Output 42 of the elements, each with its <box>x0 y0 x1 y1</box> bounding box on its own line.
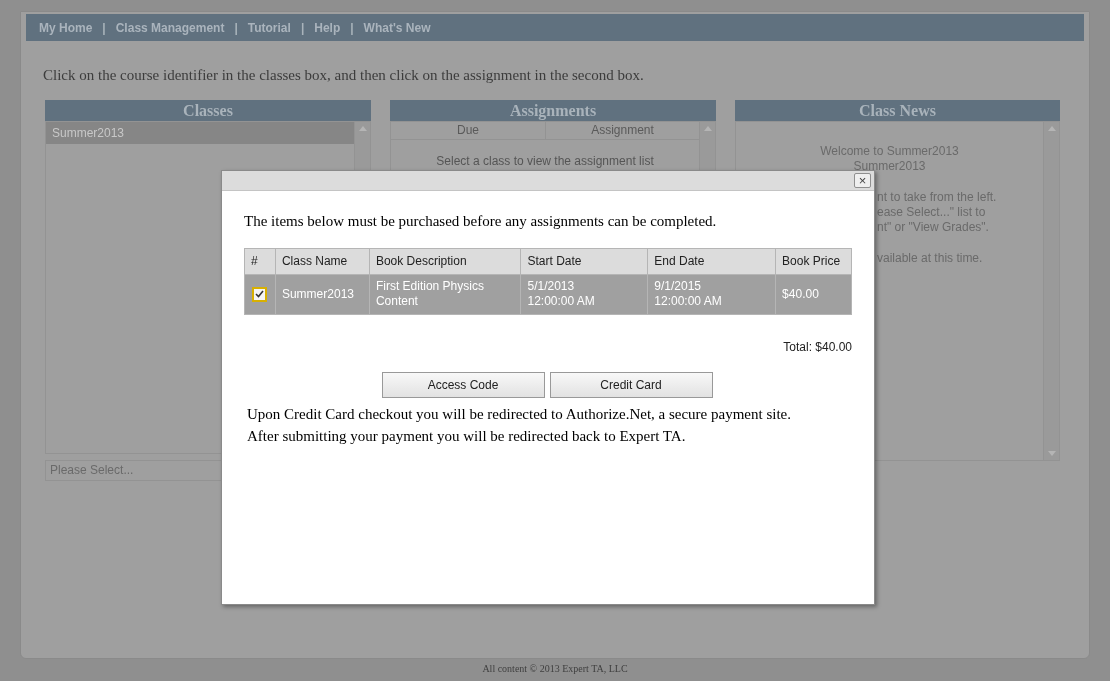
column-header: End Date <box>647 248 776 274</box>
payment-button[interactable]: Credit Card <box>549 371 713 398</box>
table-cell: First Edition Physics Content <box>369 274 521 314</box>
nav-separator: | <box>234 19 238 37</box>
instruction-text: Click on the course identifier in the classes box, and then click on the assignment in the second box. <box>43 66 645 85</box>
checkbox[interactable] <box>252 286 268 302</box>
assignments-message: Select a class to view the assignment list <box>435 152 655 170</box>
column-header: Class Name <box>275 248 370 274</box>
nav-link[interactable]: Help <box>314 18 341 37</box>
nav-link[interactable]: What's New <box>363 18 431 37</box>
nav-separator: | <box>300 19 305 37</box>
dialog-intro: The items below must be purchased before any assignments can be completed. <box>244 212 718 231</box>
payment-button[interactable]: Access Code <box>381 371 545 398</box>
nav-link[interactable]: Tutorial <box>247 18 291 37</box>
table-cell: 5/1/2013 12:00:00 AM <box>521 274 648 314</box>
panel-header: Class News <box>735 99 1060 121</box>
payment-note: After submitting your payment you will be redirected back to Expert TA. <box>247 426 687 446</box>
table-cell: Summer2013 <box>275 274 370 314</box>
panel-header: Assignments <box>390 99 716 121</box>
nav-link[interactable]: My Home <box>39 18 93 37</box>
nav-separator: | <box>350 19 354 37</box>
total-text: Total: $40.00 <box>783 338 852 356</box>
close-button[interactable]: × <box>854 173 871 188</box>
column-header: # <box>244 248 276 274</box>
panel-header: Classes <box>45 99 371 121</box>
footer-text: All content © 2013 Expert TA, LLC <box>481 662 629 676</box>
column-header: Book Price <box>775 248 852 274</box>
class-item[interactable]: Summer2013 <box>46 121 354 144</box>
nav-separator: | <box>102 19 106 37</box>
column-header: Book Description <box>369 248 521 274</box>
table-cell: 9/1/2015 12:00:00 AM <box>647 274 776 314</box>
column-header: Due <box>456 121 480 139</box>
payment-note: Upon Credit Card checkout you will be redirected to Authorize.Net, a secure payment site. <box>247 404 792 424</box>
table-cell: $40.00 <box>775 274 852 314</box>
scroll-up-icon[interactable] <box>703 125 712 131</box>
check-icon <box>255 290 265 299</box>
scroll-up-icon[interactable] <box>1047 125 1056 131</box>
scroll-up-icon[interactable] <box>358 125 367 131</box>
scrollbar[interactable] <box>1043 121 1059 460</box>
nav-link[interactable]: Class Management <box>115 18 225 37</box>
scroll-down-icon[interactable] <box>1047 450 1056 456</box>
column-header: Start Date <box>521 248 648 274</box>
